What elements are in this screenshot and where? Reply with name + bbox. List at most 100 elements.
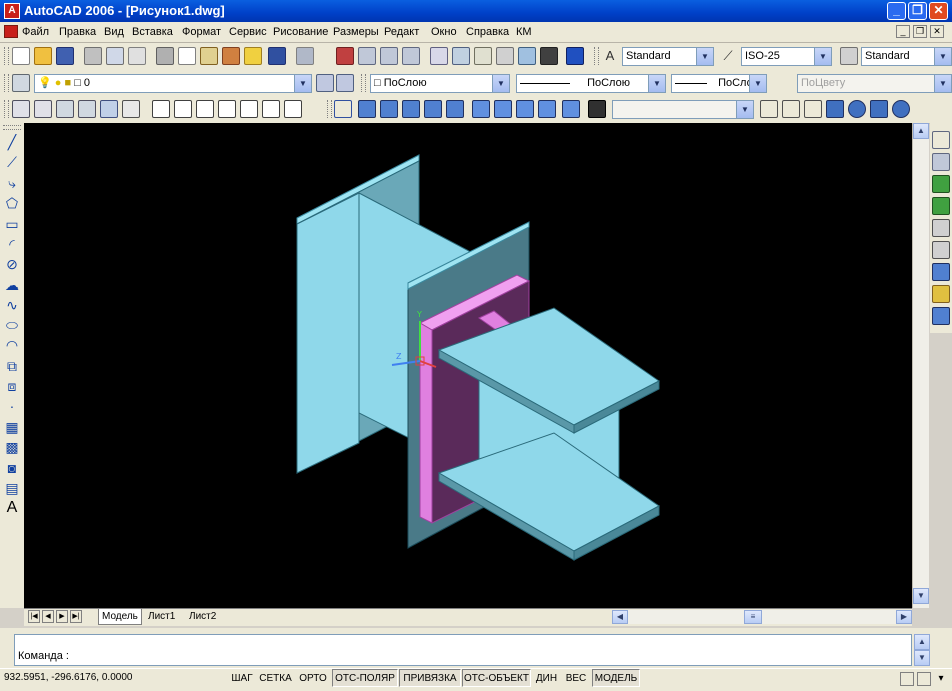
make-block-icon[interactable]: ⧈ — [3, 377, 21, 395]
toolbar-grip[interactable] — [4, 74, 9, 92]
dimension-style-icon[interactable]: ⟋ — [719, 47, 737, 65]
publish-icon[interactable] — [128, 47, 146, 65]
region-draw-icon[interactable]: ◙ — [3, 459, 21, 477]
plot-preview-icon[interactable] — [106, 47, 124, 65]
right-view-icon[interactable] — [402, 100, 420, 118]
nw-iso-icon[interactable] — [538, 100, 556, 118]
menu-insert[interactable]: Вставка — [132, 25, 173, 39]
prev-tab-button[interactable]: ◀ — [42, 610, 54, 623]
status-menu-arrow[interactable]: ▾ — [934, 672, 948, 686]
front-clip-icon[interactable] — [932, 285, 950, 303]
close-button[interactable]: ✕ — [929, 2, 948, 20]
line-icon[interactable]: ╱ — [3, 133, 21, 151]
3d-orbit-icon[interactable] — [932, 175, 950, 193]
hidden-icon[interactable] — [804, 100, 822, 118]
arc-icon[interactable]: ◜ — [3, 235, 21, 253]
zoom-previous-icon[interactable] — [402, 47, 420, 65]
otrack-toggle[interactable]: ОТС-ОБЪЕКТ — [462, 669, 531, 687]
save-icon[interactable] — [56, 47, 74, 65]
profile-icon[interactable] — [174, 100, 192, 118]
zoom-window-icon[interactable] — [380, 47, 398, 65]
region-icon[interactable] — [100, 100, 118, 118]
inquiry-icon[interactable] — [78, 100, 96, 118]
document-icon[interactable] — [4, 25, 18, 38]
revision-cloud-icon[interactable]: ☁ — [3, 276, 21, 294]
command-line-input[interactable] — [14, 634, 912, 666]
grid-toggle[interactable]: СЕТКА — [257, 669, 294, 687]
menu-file[interactable]: Файл — [22, 25, 49, 39]
clip-icon[interactable] — [932, 263, 950, 281]
open-icon[interactable] — [34, 47, 52, 65]
table-style-icon[interactable] — [840, 47, 858, 65]
toolbar-grip[interactable] — [4, 100, 9, 118]
paste-icon[interactable] — [200, 47, 218, 65]
undo-icon[interactable] — [268, 47, 286, 65]
toolbar-grip[interactable] — [327, 100, 332, 118]
doc-close-button[interactable]: ✕ — [930, 25, 944, 38]
scroll-right-button[interactable]: ▶ — [896, 610, 912, 624]
linetype-dropdown[interactable]: ПоСлою ▼ — [516, 74, 666, 93]
gouraud-shaded-icon[interactable] — [848, 100, 866, 118]
layer-manager-icon[interactable] — [12, 74, 30, 92]
bottom-view-icon[interactable] — [358, 100, 376, 118]
scroll-up-button[interactable]: ▲ — [913, 123, 929, 139]
scroll-down-button[interactable]: ▼ — [913, 588, 929, 604]
construction-line-icon[interactable]: ⟋ — [3, 153, 21, 171]
next-tab-button[interactable]: ▶ — [56, 610, 68, 623]
ellipse-icon[interactable]: ⬭ — [3, 316, 21, 334]
snap-toggle[interactable]: ШАГ — [228, 669, 256, 687]
cut-icon[interactable] — [156, 47, 174, 65]
sum-icon[interactable] — [262, 100, 280, 118]
gouraud-edges-icon[interactable] — [892, 100, 910, 118]
2d-wireframe-icon[interactable] — [760, 100, 778, 118]
menu-help[interactable]: Справка — [466, 25, 509, 39]
maximize-button[interactable]: ❐ — [908, 2, 927, 20]
autocad-app-icon[interactable]: A — [4, 3, 20, 19]
spline-icon[interactable]: ∿ — [3, 296, 21, 314]
lineweight-dropdown[interactable]: ПоСлою ▼ — [671, 74, 767, 93]
plot-style-dropdown[interactable]: ПоЦвету ▼ — [797, 74, 952, 93]
ortho-toggle[interactable]: ОРТО — [296, 669, 330, 687]
table-style-dropdown[interactable]: Standard ▼ — [861, 47, 952, 66]
scroll-left-button[interactable]: ◀ — [612, 610, 628, 624]
last-tab-button[interactable]: ▶| — [70, 610, 82, 623]
copy-icon[interactable] — [178, 47, 196, 65]
color-dropdown[interactable]: □ ПоСлою ▼ — [370, 74, 510, 93]
zoom-icon[interactable] — [932, 153, 950, 171]
command-scroll-up[interactable]: ▲ — [914, 634, 930, 650]
toolbar-grip[interactable] — [361, 74, 366, 92]
gradient-icon[interactable]: ▩ — [3, 438, 21, 456]
lock-icon[interactable] — [56, 100, 74, 118]
coordinate-display[interactable]: 932.5951, -296.6176, 0.0000 — [4, 672, 132, 684]
top-view-icon[interactable] — [334, 100, 352, 118]
menu-draw[interactable]: Рисование — [273, 25, 328, 39]
flat-edges-icon[interactable] — [870, 100, 888, 118]
text-style-dropdown[interactable]: Standard ▼ — [622, 47, 714, 66]
pan-icon[interactable] — [336, 47, 354, 65]
back-view-icon[interactable] — [446, 100, 464, 118]
camera-icon[interactable] — [588, 100, 606, 118]
camera-distance-icon[interactable] — [932, 219, 950, 237]
front-view-icon[interactable] — [424, 100, 442, 118]
hatch-icon[interactable]: ▦ — [3, 418, 21, 436]
back-clip-icon[interactable] — [932, 307, 950, 325]
layer-dropdown[interactable]: 💡 ● ■ □ 0 ▼ — [34, 74, 312, 93]
redo-icon[interactable] — [296, 47, 314, 65]
text-style-icon[interactable]: A — [601, 47, 619, 65]
dimension-style-dropdown[interactable]: ISO-25 ▼ — [741, 47, 832, 66]
view-icon[interactable] — [562, 100, 580, 118]
match-properties-icon[interactable] — [222, 47, 240, 65]
markup-icon[interactable] — [518, 47, 536, 65]
make-object-layer-current-icon[interactable] — [316, 74, 334, 92]
tab-model[interactable]: Модель — [98, 609, 142, 625]
tab-sheet2[interactable]: Лист2 — [186, 609, 219, 624]
sw-iso-icon[interactable] — [472, 100, 490, 118]
menu-tools[interactable]: Сервис — [229, 25, 267, 39]
menu-dimension[interactable]: Размеры — [333, 25, 379, 39]
toolbar-grip[interactable] — [3, 125, 21, 130]
osnap-toggle[interactable]: ПРИВЯЗКА — [399, 669, 461, 687]
toolbar-grip[interactable] — [594, 47, 599, 65]
table-draw-icon[interactable]: ▤ — [3, 479, 21, 497]
circle-icon[interactable]: ⊘ — [3, 255, 21, 273]
vertical-scrollbar[interactable]: ▲ ▼ — [912, 123, 929, 608]
